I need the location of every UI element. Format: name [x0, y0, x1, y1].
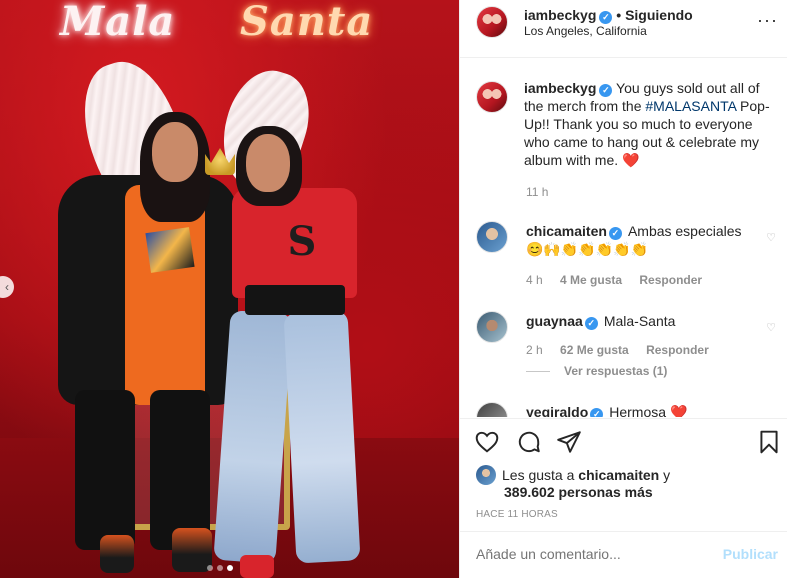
comment-meta: 2 h 62 Me gusta Responder: [526, 343, 723, 357]
person-right-face: [246, 134, 290, 192]
verified-badge-icon: ✓: [590, 408, 604, 417]
avatar[interactable]: [476, 465, 496, 485]
comment-body: Ambas especiales: [627, 223, 742, 239]
heart-emoji: ❤️: [669, 404, 688, 417]
chevron-left-icon: ‹: [5, 280, 9, 294]
carousel-dot-active: [227, 565, 233, 571]
person-right-shoe: [240, 555, 274, 578]
person-right-corset: [245, 285, 345, 315]
likes-summary: Les gusta a chicamaiten y: [476, 465, 670, 485]
post-header: iambeckyg ✓ • Siguiendo Los Angeles, Cali…: [460, 0, 787, 58]
comment-time[interactable]: 2 h: [526, 343, 543, 357]
person-left-sneaker: [172, 528, 212, 572]
carousel-dot: [217, 565, 223, 571]
header-username[interactable]: iambeckyg: [524, 7, 596, 23]
avatar[interactable]: [476, 221, 508, 253]
hashtag-link[interactable]: #MALASANTA: [645, 98, 736, 114]
person-left-shirt-print: [145, 227, 195, 273]
person-left-face: [152, 122, 198, 182]
neon-sign-santa: Santa: [240, 0, 374, 45]
avatar[interactable]: [476, 311, 508, 343]
neon-sign-mala: Mala: [60, 0, 176, 45]
share-icon[interactable]: [556, 429, 582, 455]
comment-text: chicamaiten ✓ Ambas especiales 😊🙌👏👏👏👏👏: [526, 222, 766, 258]
likes-username[interactable]: chicamaiten: [578, 467, 659, 483]
comment-input[interactable]: [476, 546, 706, 562]
heart-emoji: ❤️: [622, 152, 640, 168]
comment-meta: 4 h 4 Me gusta Responder: [526, 273, 716, 287]
comment-likes[interactable]: 62 Me gusta: [560, 343, 629, 357]
comment-username[interactable]: guaynaa: [526, 313, 583, 329]
view-replies-button[interactable]: Ver respuestas (1): [526, 364, 667, 378]
carousel-dot: [207, 565, 213, 571]
avatar[interactable]: [476, 402, 508, 417]
likes-suffix: y: [659, 467, 671, 483]
add-comment-row: Publicar: [460, 531, 787, 578]
more-horizontal-icon[interactable]: ···: [757, 10, 778, 31]
avatar[interactable]: [476, 81, 508, 113]
carousel-prev-button[interactable]: ‹: [0, 276, 14, 298]
heart-icon[interactable]: ♡: [766, 231, 776, 244]
likes-prefix: Les gusta a: [502, 467, 579, 483]
follow-status-button[interactable]: Siguiendo: [625, 7, 693, 23]
heart-icon[interactable]: [474, 429, 500, 455]
post-photo[interactable]: Mala Santa S ‹: [0, 0, 459, 578]
comments-list[interactable]: iambeckyg ✓ You guys sold out all of the …: [460, 59, 787, 417]
caption-username[interactable]: iambeckyg: [524, 80, 596, 96]
comment-icon[interactable]: [516, 429, 542, 455]
verified-badge-icon: ✓: [584, 317, 598, 330]
comment-body: Mala-Santa: [603, 313, 676, 329]
caption-time[interactable]: 11 h: [526, 185, 548, 199]
comment-text: guaynaa ✓ Mala-Santa: [526, 312, 766, 330]
person-left-pants: [150, 390, 210, 550]
heart-icon[interactable]: ♡: [766, 321, 776, 334]
person-left-pants: [75, 390, 135, 550]
person-left-sneaker: [100, 535, 134, 573]
caption-text: iambeckyg ✓ You guys sold out all of the …: [524, 79, 782, 169]
post-side-panel: iambeckyg ✓ • Siguiendo Los Angeles, Cali…: [459, 0, 787, 578]
person-right-jeans: [283, 310, 361, 564]
post-actions: Les gusta a chicamaiten y 389.602 person…: [460, 418, 787, 578]
carousel-dots: [207, 565, 233, 571]
header-user-line: iambeckyg ✓ • Siguiendo: [524, 7, 693, 24]
reply-button[interactable]: Responder: [646, 343, 709, 357]
view-replies-label: Ver respuestas (1): [564, 364, 668, 378]
comment-body: Hermosa: [609, 404, 670, 417]
comment-emoji: 😊🙌👏👏👏👏👏: [526, 241, 649, 257]
verified-badge-icon: ✓: [599, 84, 613, 97]
jersey-s-logo: S: [287, 218, 317, 265]
comment-time[interactable]: 4 h: [526, 273, 543, 287]
verified-badge-icon: ✓: [599, 11, 613, 24]
verified-badge-icon: ✓: [608, 227, 622, 240]
bookmark-icon[interactable]: [756, 429, 782, 455]
header-separator: •: [616, 7, 622, 23]
comment-likes[interactable]: 4 Me gusta: [560, 273, 622, 287]
publish-button[interactable]: Publicar: [723, 546, 778, 562]
comment-text: yegiraldo ✓ Hermosa ❤️: [526, 403, 766, 417]
location-link[interactable]: Los Angeles, California: [524, 24, 647, 38]
comment-username[interactable]: yegiraldo: [526, 404, 588, 417]
replies-divider: [526, 371, 550, 373]
avatar[interactable]: [476, 6, 508, 38]
reply-button[interactable]: Responder: [639, 273, 702, 287]
comment-username[interactable]: chicamaiten: [526, 223, 607, 239]
post-timestamp[interactable]: HACE 11 HORAS: [476, 509, 558, 520]
likes-count[interactable]: 389.602 personas más: [504, 484, 653, 500]
